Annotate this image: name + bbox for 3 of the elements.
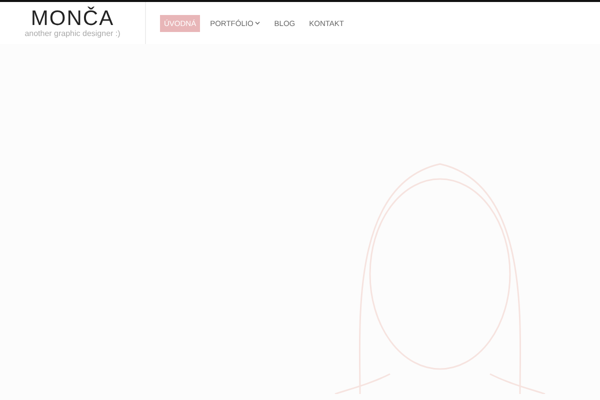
chevron-down-icon [255, 21, 260, 25]
site-tagline: another graphic designer :) [24, 29, 120, 38]
site-logo[interactable]: MONČA [30, 8, 114, 29]
